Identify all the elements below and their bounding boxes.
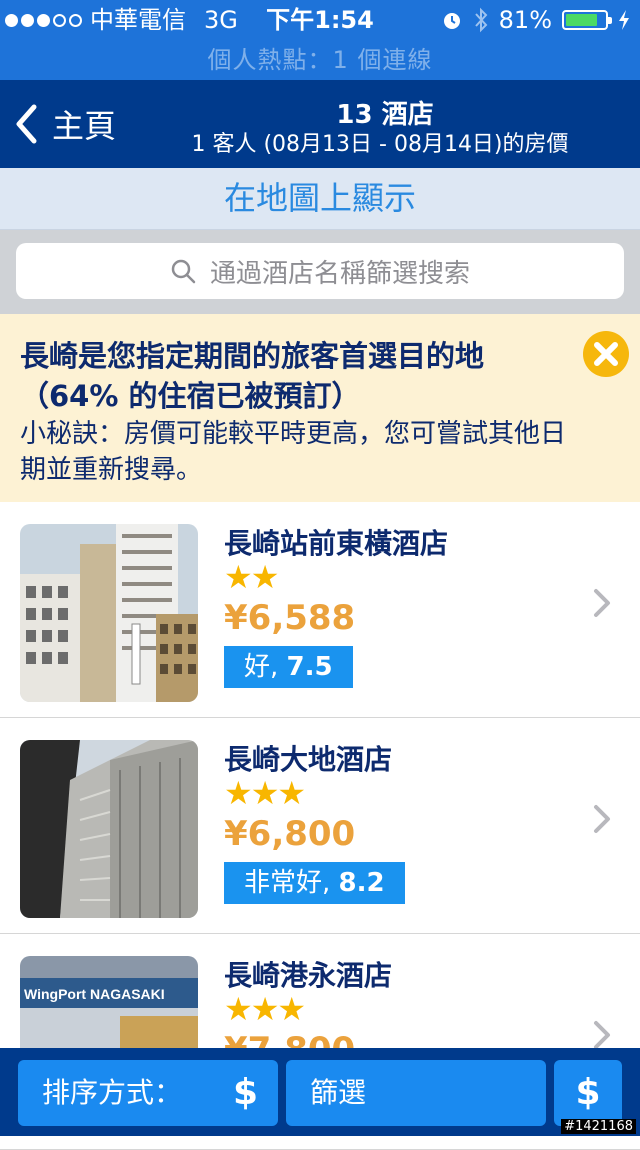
chevron-right-icon bbox=[594, 805, 610, 833]
search-input[interactable]: 通過酒店名稱篩選搜索 bbox=[16, 243, 624, 299]
close-notice-icon[interactable] bbox=[582, 330, 630, 378]
sort-button[interactable]: 排序方式： $ bbox=[18, 1060, 278, 1126]
hotel-price: ¥6,800 bbox=[224, 814, 356, 854]
page-subtitle: 1 客人 (08月13日 - 08月14日)的房價 bbox=[191, 132, 569, 157]
hotel-price: ¥6,588 bbox=[224, 598, 356, 638]
rating-word: 非常好, bbox=[244, 868, 331, 898]
search-placeholder: 通過酒店名稱篩選搜索 bbox=[209, 258, 470, 289]
bluetooth-icon bbox=[474, 7, 488, 33]
battery-level bbox=[566, 14, 597, 26]
currency-symbol: $ bbox=[575, 1072, 601, 1113]
hotel-photo bbox=[20, 740, 198, 918]
alarm-icon bbox=[443, 13, 460, 29]
battery-percent: 81% bbox=[498, 6, 552, 34]
guest-rating-badge: 非常好, 8.2 bbox=[224, 862, 405, 904]
star-rating: ★★ bbox=[224, 558, 279, 596]
sort-label: 排序方式： bbox=[42, 1076, 183, 1109]
status-right: 81% bbox=[441, 0, 630, 40]
back-button[interactable]: 主頁 bbox=[14, 80, 116, 168]
demand-notice: 長崎是您指定期間的旅客首選目的地（64% 的住宿已被預訂） 小秘訣：房價可能較平… bbox=[0, 314, 640, 502]
show-on-map-button[interactable]: 在地圖上顯示 bbox=[0, 168, 640, 230]
filter-label: 篩選 bbox=[310, 1076, 367, 1109]
guest-rating-badge: 好, 7.5 bbox=[224, 646, 353, 688]
chevron-right-icon bbox=[594, 1021, 610, 1049]
hotel-name: 長崎大地酒店 bbox=[224, 743, 393, 776]
battery-icon bbox=[562, 10, 612, 30]
rating-score: 8.2 bbox=[338, 868, 385, 898]
charging-icon bbox=[619, 10, 629, 30]
star-rating: ★★★ bbox=[224, 990, 306, 1028]
notice-headline: 長崎是您指定期間的旅客首選目的地（64% 的住宿已被預訂） bbox=[20, 339, 485, 413]
star-rating: ★★★ bbox=[224, 774, 306, 812]
search-bar: 通過酒店名稱篩選搜索 bbox=[0, 230, 640, 314]
search-icon bbox=[171, 259, 196, 284]
back-label: 主頁 bbox=[52, 107, 117, 145]
back-chevron-icon bbox=[16, 104, 37, 144]
currency-button[interactable]: $ bbox=[554, 1060, 622, 1126]
hotel-sign-text: WingPort NAGASAKI bbox=[24, 986, 165, 1002]
rating-word: 好, bbox=[244, 652, 279, 682]
status-bar: 中華電信 3G 下午1:54 81% bbox=[0, 0, 640, 40]
notice-tip: 小秘訣：房價可能較平時更高，您可嘗試其他日期並重新搜尋。 bbox=[20, 419, 567, 485]
rating-score: 7.5 bbox=[286, 652, 333, 682]
bottom-toolbar: 排序方式： $ 篩選 $ $ bbox=[0, 1048, 640, 1136]
chevron-right-icon bbox=[594, 589, 610, 617]
sort-currency-symbol: $ bbox=[232, 1072, 258, 1113]
hotel-list-item[interactable]: 長崎站前東橫酒店 ★★ ¥6,588 好, 7.5 bbox=[0, 502, 640, 718]
hotel-list-item[interactable]: 長崎大地酒店 ★★★ ¥6,800 非常好, 8.2 bbox=[0, 718, 640, 934]
hotel-photo bbox=[20, 524, 198, 702]
hotel-name: 長崎站前東橫酒店 bbox=[224, 527, 449, 560]
navigation-bar: 主頁 13 酒店 1 客人 (08月13日 - 08月14日)的房價 bbox=[0, 80, 640, 168]
hotspot-banner[interactable]: 個人熱點：1 個連線 bbox=[0, 40, 640, 80]
filter-button[interactable]: 篩選 $ bbox=[286, 1060, 546, 1126]
watermark-text: #1421168 bbox=[561, 1119, 636, 1134]
hotel-name: 長崎港永酒店 bbox=[224, 959, 393, 992]
